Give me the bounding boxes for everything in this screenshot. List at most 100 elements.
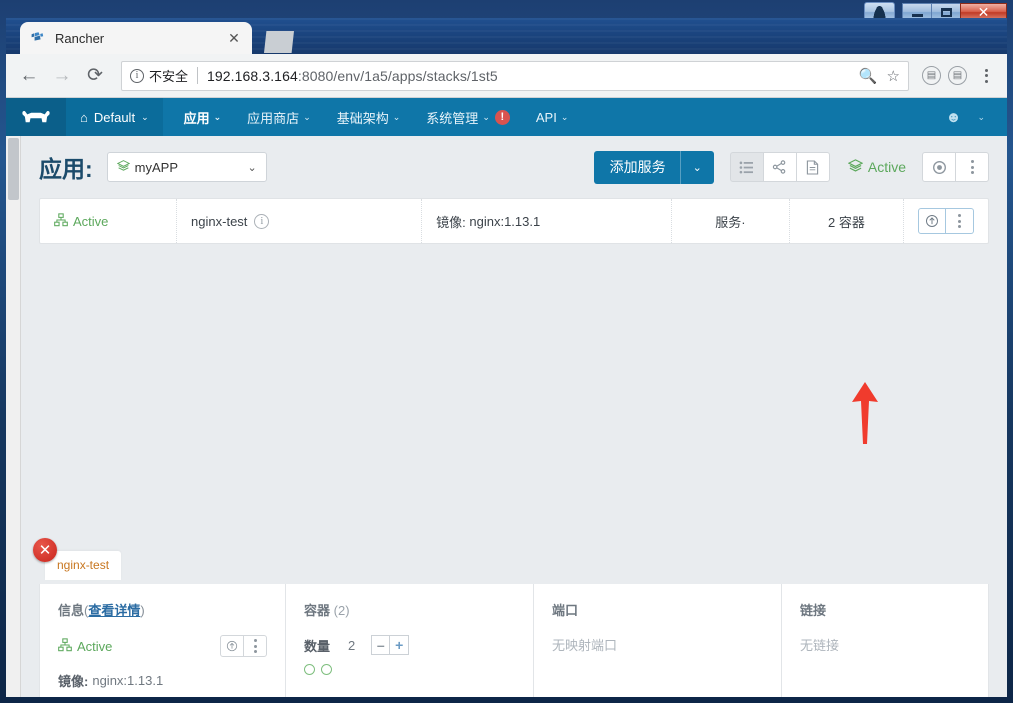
kebab-menu-icon xyxy=(970,160,974,174)
increment-button[interactable]: + xyxy=(390,635,410,655)
stack-state-label: Active xyxy=(867,159,906,175)
environment-selector[interactable]: ⌂ Default ⌄ xyxy=(66,98,163,136)
quantity-stepper: – + xyxy=(371,635,410,655)
paren-close: ) xyxy=(140,603,145,618)
close-tab-button[interactable]: ✕ xyxy=(226,30,242,46)
service-node-icon xyxy=(54,212,68,230)
detail-row-image: 镜像: nginx:1.13.1 xyxy=(58,671,267,690)
kebab-menu-icon xyxy=(253,639,257,653)
container-dot[interactable] xyxy=(304,664,315,675)
chevron-down-icon[interactable]: ⌄ xyxy=(681,161,714,174)
url-path: :8080/env/1a5/apps/stacks/1st5 xyxy=(297,67,498,84)
table-row-container-count[interactable]: 2 容器 xyxy=(790,199,904,243)
rancher-nav-items: 应用 ⌄ 应用商店 ⌄ 基础架构 ⌄ 系统管理 ⌄ ! API ⌄ xyxy=(171,98,582,136)
stack-more-actions-button[interactable] xyxy=(955,152,989,182)
service-name-label: nginx-test xyxy=(191,213,248,229)
app-header: 应用: myAPP ⌄ 添加服务 ⌄ Active xyxy=(39,136,989,198)
info-icon[interactable]: i xyxy=(254,213,270,229)
extension-icon-2[interactable]: ▤ xyxy=(948,66,967,85)
scrollbar-thumb[interactable] xyxy=(8,138,19,200)
home-icon: ⌂ xyxy=(80,109,88,125)
nav-item-applications[interactable]: 应用 ⌄ xyxy=(171,98,235,136)
config-view-button[interactable] xyxy=(795,152,830,182)
detail-key: 镜像: xyxy=(58,674,89,689)
chevron-down-icon: ⌄ xyxy=(247,161,257,174)
service-row-menu-button[interactable] xyxy=(946,208,974,234)
back-button[interactable]: ← xyxy=(14,61,44,91)
rancher-logo[interactable] xyxy=(6,98,66,136)
chevron-down-icon: ⌄ xyxy=(560,111,569,122)
chrome-browser: Rancher ✕ ← → ⟳ i 不安全 192.168.3.164:8080… xyxy=(6,18,1007,697)
container-dot[interactable] xyxy=(321,664,332,675)
nav-item-infrastructure[interactable]: 基础架构 ⌄ xyxy=(324,98,414,136)
rancher-favicon xyxy=(30,30,46,46)
omnibox-divider xyxy=(197,67,199,84)
links-empty-text: 无链接 xyxy=(800,638,840,653)
decrement-button[interactable]: – xyxy=(371,635,391,655)
page-viewport: ⌂ Default ⌄ 应用 ⌄ 应用商店 ⌄ 基础架构 ⌄ 系统管理 ⌄ ! … xyxy=(6,98,1007,697)
detail-heading-label: 信息 xyxy=(58,603,85,618)
page-scroll-area: 应用: myAPP ⌄ 添加服务 ⌄ Active Active nginx-t… xyxy=(6,136,1007,697)
zoom-icon[interactable]: 🔍 xyxy=(859,67,878,85)
vertical-scrollbar[interactable] xyxy=(6,136,21,697)
reload-button[interactable]: ⟳ xyxy=(80,61,110,91)
chevron-down-icon: ⌄ xyxy=(141,111,149,122)
upgrade-service-button[interactable] xyxy=(918,208,946,234)
chevron-down-icon: ⌄ xyxy=(482,111,490,122)
detail-column-info: 信息(查看详情) Active 镜像: nginx:1.13.1 xyxy=(40,584,286,697)
extension-icon-1[interactable]: ▤ xyxy=(922,66,941,85)
stack-action-button-group xyxy=(922,152,989,182)
chrome-menu-button[interactable] xyxy=(975,64,997,88)
omnibox-actions: 🔍 ☆ xyxy=(859,67,900,85)
rancher-navbar: ⌂ Default ⌄ 应用 ⌄ 应用商店 ⌄ 基础架构 ⌄ 系统管理 ⌄ ! … xyxy=(6,98,1007,136)
nav-item-label: API xyxy=(535,109,557,125)
table-row-service-type: 服务· xyxy=(672,199,790,243)
graph-view-button[interactable] xyxy=(762,152,797,182)
table-row-name[interactable]: nginx-test i xyxy=(177,199,423,243)
chevron-down-icon: ⌄ xyxy=(392,111,401,122)
address-bar[interactable]: i 不安全 192.168.3.164:8080/env/1a5/apps/st… xyxy=(121,60,909,91)
alert-badge[interactable]: ! xyxy=(494,109,510,125)
nav-item-api[interactable]: API ⌄ xyxy=(523,98,582,136)
table-row-state: Active xyxy=(40,199,178,243)
list-view-button[interactable] xyxy=(729,152,764,182)
view-mode-button-group xyxy=(729,152,830,182)
stack-state-badge: Active xyxy=(847,158,906,176)
security-label: 不安全 xyxy=(149,69,189,84)
new-tab-button[interactable] xyxy=(264,31,294,53)
image-value-label: nginx:1.13.1 xyxy=(469,213,541,229)
info-circle-icon[interactable]: i xyxy=(130,68,144,83)
container-quantity-row: 数量 2 – + xyxy=(304,635,515,655)
view-details-link[interactable]: 查看详情 xyxy=(88,603,140,618)
upgrade-service-button[interactable] xyxy=(220,635,244,657)
address-bar-url: 192.168.3.164:8080/env/1a5/apps/stacks/1… xyxy=(207,68,498,84)
person-icon xyxy=(873,6,886,18)
stop-stack-button[interactable] xyxy=(922,152,956,182)
os-window: ✕ Rancher ✕ ← → ⟳ i 不安全 192.168.3.164:80… xyxy=(0,0,1013,703)
detail-menu-button[interactable] xyxy=(243,635,267,657)
add-service-button[interactable]: 添加服务 ⌄ xyxy=(593,150,714,184)
forward-button[interactable]: → xyxy=(47,61,77,91)
container-dots xyxy=(304,664,515,675)
service-detail-panel: 信息(查看详情) Active 镜像: nginx:1.13.1 容器 (2) … xyxy=(39,584,989,697)
environment-label: Default xyxy=(93,109,136,125)
chevron-down-icon: ⌄ xyxy=(303,111,311,122)
minimize-icon xyxy=(911,13,923,17)
browser-tab[interactable]: Rancher ✕ xyxy=(20,22,252,54)
kebab-menu-icon xyxy=(958,214,961,228)
chevron-down-icon[interactable]: ⌄ xyxy=(977,112,985,123)
browser-tab-title: Rancher xyxy=(55,30,105,46)
nav-item-admin[interactable]: 系统管理 ⌄ ! xyxy=(413,98,523,136)
bookmark-star-icon[interactable]: ☆ xyxy=(887,67,900,85)
nav-item-label: 应用商店 xyxy=(247,110,300,126)
nav-item-catalog[interactable]: 应用商店 ⌄ xyxy=(234,98,324,136)
rancher-nav-right: ☻ ⌄ xyxy=(946,109,1007,126)
page-title: 应用: xyxy=(39,156,93,182)
nav-item-label: 应用 xyxy=(183,110,210,126)
service-detail-tab[interactable]: nginx-test xyxy=(45,551,122,580)
url-host: 192.168.3.164 xyxy=(207,67,298,84)
detail-heading-containers: 容器 (2) xyxy=(304,600,515,619)
stack-selector-dropdown[interactable]: myAPP ⌄ xyxy=(106,152,267,182)
person-icon[interactable]: ☻ xyxy=(946,109,962,126)
close-panel-marker[interactable]: ✕ xyxy=(33,538,57,562)
